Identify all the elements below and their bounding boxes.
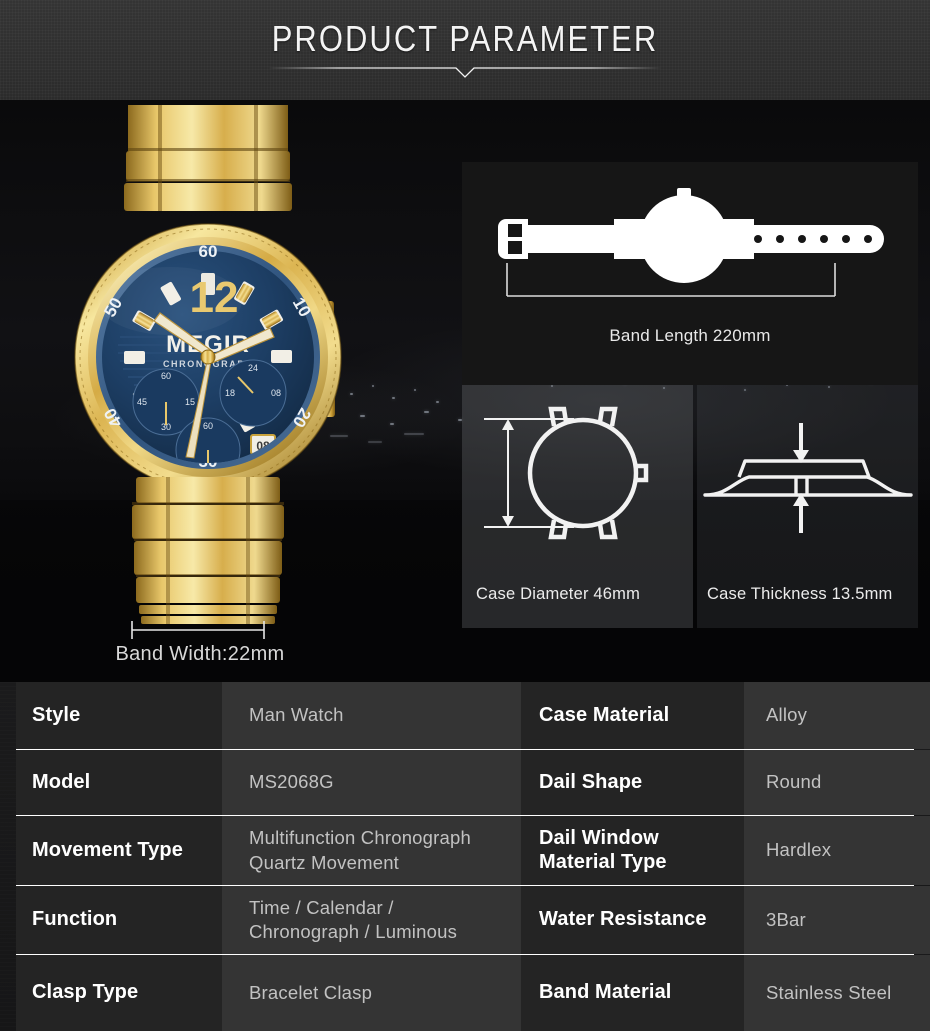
svg-text:15: 15 [185,397,195,407]
spec-label: Dail Window Material Type [521,816,744,885]
diagram-panel-case-diameter: Case Diameter 46mm [462,385,693,628]
table-row: Style Man Watch Case Material Alloy [0,682,930,749]
spec-value: Hardlex [744,816,930,885]
svg-text:60: 60 [203,421,213,431]
band-width-label: Band Width:22mm [115,643,285,665]
row-left-pad [0,816,16,885]
watch-case-front-outline-icon [484,406,649,540]
bracelet-lower [132,477,284,624]
page-title: PRODUCT PARAMETER [271,18,659,59]
table-row: Clasp Type Bracelet Clasp Band Material … [0,955,930,1031]
spec-value: Multifunction Chronograph Quartz Movement [222,816,521,885]
spec-value-text: Stainless Steel [766,981,892,1003]
spec-value-text: Alloy [766,704,808,726]
row-left-pad [0,682,16,749]
spec-label-text: Style [32,703,81,726]
svg-text:08: 08 [271,388,281,398]
spec-value-text: Man Watch [249,704,344,726]
table-row: Movement Type Multifunction Chronograph Q… [0,816,930,885]
spec-value: Man Watch [222,682,521,749]
spec-label: Model [16,750,222,815]
case-diameter-caption: Case Diameter 46mm [476,585,641,603]
header-divider-chevron-icon [268,67,662,78]
watch-case-profile-outline-icon [703,423,913,533]
row-left-pad [0,955,16,1031]
hero-section: 60 10 20 30 40 50 [0,100,930,682]
spec-label: Function [16,886,222,954]
spec-label: Dail Shape [521,750,744,815]
spec-label: Movement Type [16,816,222,885]
spec-label: Clasp Type [16,955,222,1031]
spec-label: Water Resistance [521,886,744,954]
spec-value-text: Bracelet Clasp [249,981,373,1003]
spec-value: Round [744,750,930,815]
spec-label-text: Case Material [539,703,670,726]
svg-text:45: 45 [137,397,147,407]
spec-value-text: MS2068G [249,771,334,793]
svg-text:60: 60 [161,371,171,381]
spec-value: Bracelet Clasp [222,955,521,1031]
page-header: PRODUCT PARAMETER [0,0,930,100]
subdial-right: 24 18 08 [219,359,287,427]
bracelet-upper [124,105,292,211]
diagram-panel-case-thickness: Case Thickness 13.5mm [697,385,918,628]
spec-label-text: Movement Type [32,838,183,861]
spec-label-text: Model [32,770,91,793]
spec-label-text: Dail Shape [539,770,643,793]
row-left-pad [0,886,16,954]
spec-label: Style [16,682,222,749]
svg-text:60: 60 [199,242,218,261]
spec-label: Band Material [521,955,744,1031]
row-left-pad [0,750,16,815]
spec-value: 3Bar [744,886,930,954]
spec-value-text: 3Bar [766,908,806,930]
spec-value: Stainless Steel [744,955,930,1031]
spec-value-text: Multifunction Chronograph Quartz Movement [249,827,471,873]
spec-value-text: Time / Calendar / Chronograph / Luminous [249,896,458,942]
spec-value-text: Hardlex [766,839,832,861]
table-row: Model MS2068G Dail Shape Round [0,750,930,815]
spec-value-text: Round [766,771,822,793]
spec-value: Time / Calendar / Chronograph / Luminous [222,886,521,954]
band-length-caption: Band Length 220mm [609,326,771,345]
spec-label-text: Dail Window Material Type [539,827,667,873]
table-row: Function Time / Calendar / Chronograph / … [0,886,930,954]
product-watch-image: 60 10 20 30 40 50 [8,105,408,665]
spec-table: Style Man Watch Case Material Alloy Mode… [0,682,930,1031]
spec-label-text: Function [32,908,118,931]
case-thickness-caption: Case Thickness 13.5mm [707,585,893,603]
spec-label-text: Clasp Type [32,981,139,1004]
spec-label: Case Material [521,682,744,749]
wristwatch-side-silhouette-icon [498,188,884,297]
product-parameter-page: PRODUCT PARAMETER 60 10 20 40 50 12 MEGI… [0,0,930,1031]
svg-text:24: 24 [248,363,258,373]
spec-value: MS2068G [222,750,521,815]
spec-value: Alloy [744,682,930,749]
diagram-panel-band-length: Band Length 220mm [462,162,918,385]
spec-label-text: Band Material [539,981,672,1004]
spec-label-text: Water Resistance [539,908,707,931]
svg-text:18: 18 [225,388,235,398]
band-width-measure-bracket [131,621,265,639]
